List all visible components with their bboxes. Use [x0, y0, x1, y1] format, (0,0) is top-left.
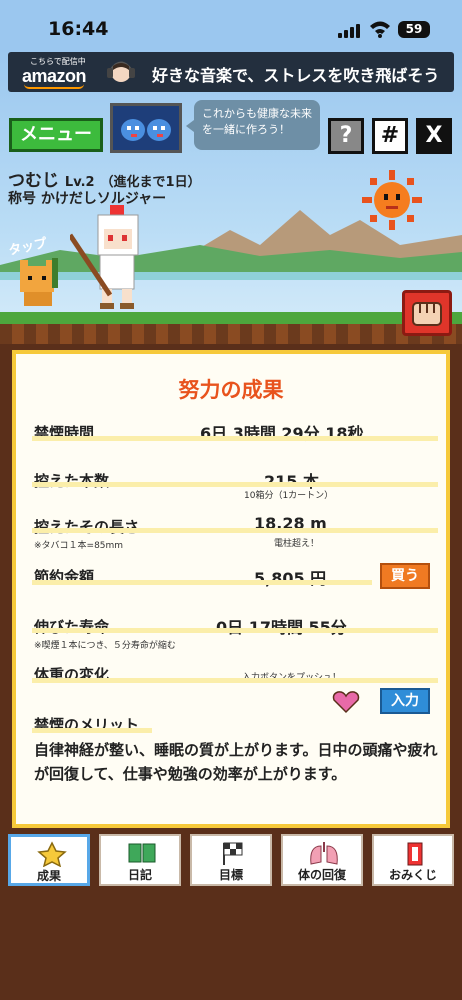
status-bar: 16:44 59: [0, 0, 462, 50]
input-button[interactable]: 入力: [380, 688, 430, 714]
flag-icon: [223, 842, 243, 865]
life-label: 伸びた寿命: [34, 618, 110, 636]
card-title: 努力の成果: [178, 378, 284, 402]
tab-diary[interactable]: 日記: [99, 834, 181, 886]
money-value: 5,805 円: [254, 569, 327, 588]
heart-icon: [332, 691, 360, 714]
length-note: ※タバコ１本=85mm: [34, 541, 124, 551]
buy-button[interactable]: 買う: [380, 563, 430, 589]
tab-results[interactable]: 成果: [8, 834, 90, 886]
lungs-icon: [310, 842, 338, 865]
book-icon: [128, 843, 156, 863]
row-underline: [32, 678, 438, 683]
merit-text: 自律神経が整い、睡眠の質が上がります。日中の頭痛や疲れが回復して、仕事や勉強の効…: [34, 741, 438, 783]
omikuji-icon: [407, 842, 423, 866]
chicken-warrior-character[interactable]: [70, 205, 160, 313]
row-underline: [32, 528, 438, 533]
star-icon: [37, 841, 67, 867]
bottom-tab-bar: 成果 日記 目標 体の回復 おみくじ: [0, 830, 462, 890]
life-note: ※喫煙１本につき、５分寿命が縮む: [34, 641, 176, 651]
row-underline: [32, 436, 438, 441]
ad-banner[interactable]: こちらで配信中 amazon 好きな音楽で、ストレスを吹き飛ばそう: [8, 52, 454, 92]
pet-thumbnail[interactable]: [110, 103, 182, 153]
dirt-strip: [0, 324, 462, 344]
blue-creatures-icon: [121, 119, 171, 141]
speech-bubble: これからも健康な未来を一緒に作ろう！: [186, 100, 320, 150]
tab-label: 目標: [218, 868, 243, 882]
cigs-sub: 10箱分（1カートン）: [244, 491, 334, 501]
hashtag-button[interactable]: #: [372, 118, 408, 154]
results-card: 努力の成果 禁煙時間 6日 3時間 29分 18秒 控えた本数 215 本 10…: [12, 350, 450, 828]
signal-icon: [338, 24, 362, 38]
ad-logo-smile: [24, 84, 84, 89]
row-underline: [32, 482, 438, 487]
cat-character[interactable]: [14, 256, 64, 310]
headphones-person-icon: [107, 61, 135, 82]
length-label: 控えたその長さ: [34, 518, 140, 536]
title-label: 称号: [8, 191, 36, 207]
row-underline: [32, 628, 438, 633]
tab-label: 日記: [127, 868, 152, 882]
length-sub: 電柱超え！: [274, 539, 320, 549]
row-underline: [32, 728, 152, 733]
fist-icon: [412, 302, 442, 326]
row-underline: [32, 580, 372, 585]
battery-icon: 59: [398, 21, 430, 38]
tab-label: 成果: [36, 869, 61, 883]
menu-button[interactable]: メニュー: [9, 118, 103, 152]
wifi-icon: [370, 21, 390, 38]
life-value: 0日 17時間 55分: [216, 614, 347, 638]
cigs-label: 控えた本数: [34, 472, 110, 490]
grass-strip: [0, 312, 462, 324]
tab-label: 体の回復: [297, 868, 346, 882]
clock: 16:44: [48, 18, 109, 40]
tab-omikuji[interactable]: おみくじ: [372, 834, 454, 886]
punch-button[interactable]: [402, 290, 452, 336]
tab-body-recovery[interactable]: 体の回復: [281, 834, 363, 886]
x-share-button[interactable]: X: [416, 118, 452, 154]
help-button[interactable]: ?: [328, 118, 364, 154]
sun-icon: [362, 170, 422, 230]
ad-text: 好きな音楽で、ストレスを吹き飛ばそう: [152, 66, 440, 85]
tab-label: おみくじ: [388, 868, 437, 882]
tab-goal[interactable]: 目標: [190, 834, 272, 886]
